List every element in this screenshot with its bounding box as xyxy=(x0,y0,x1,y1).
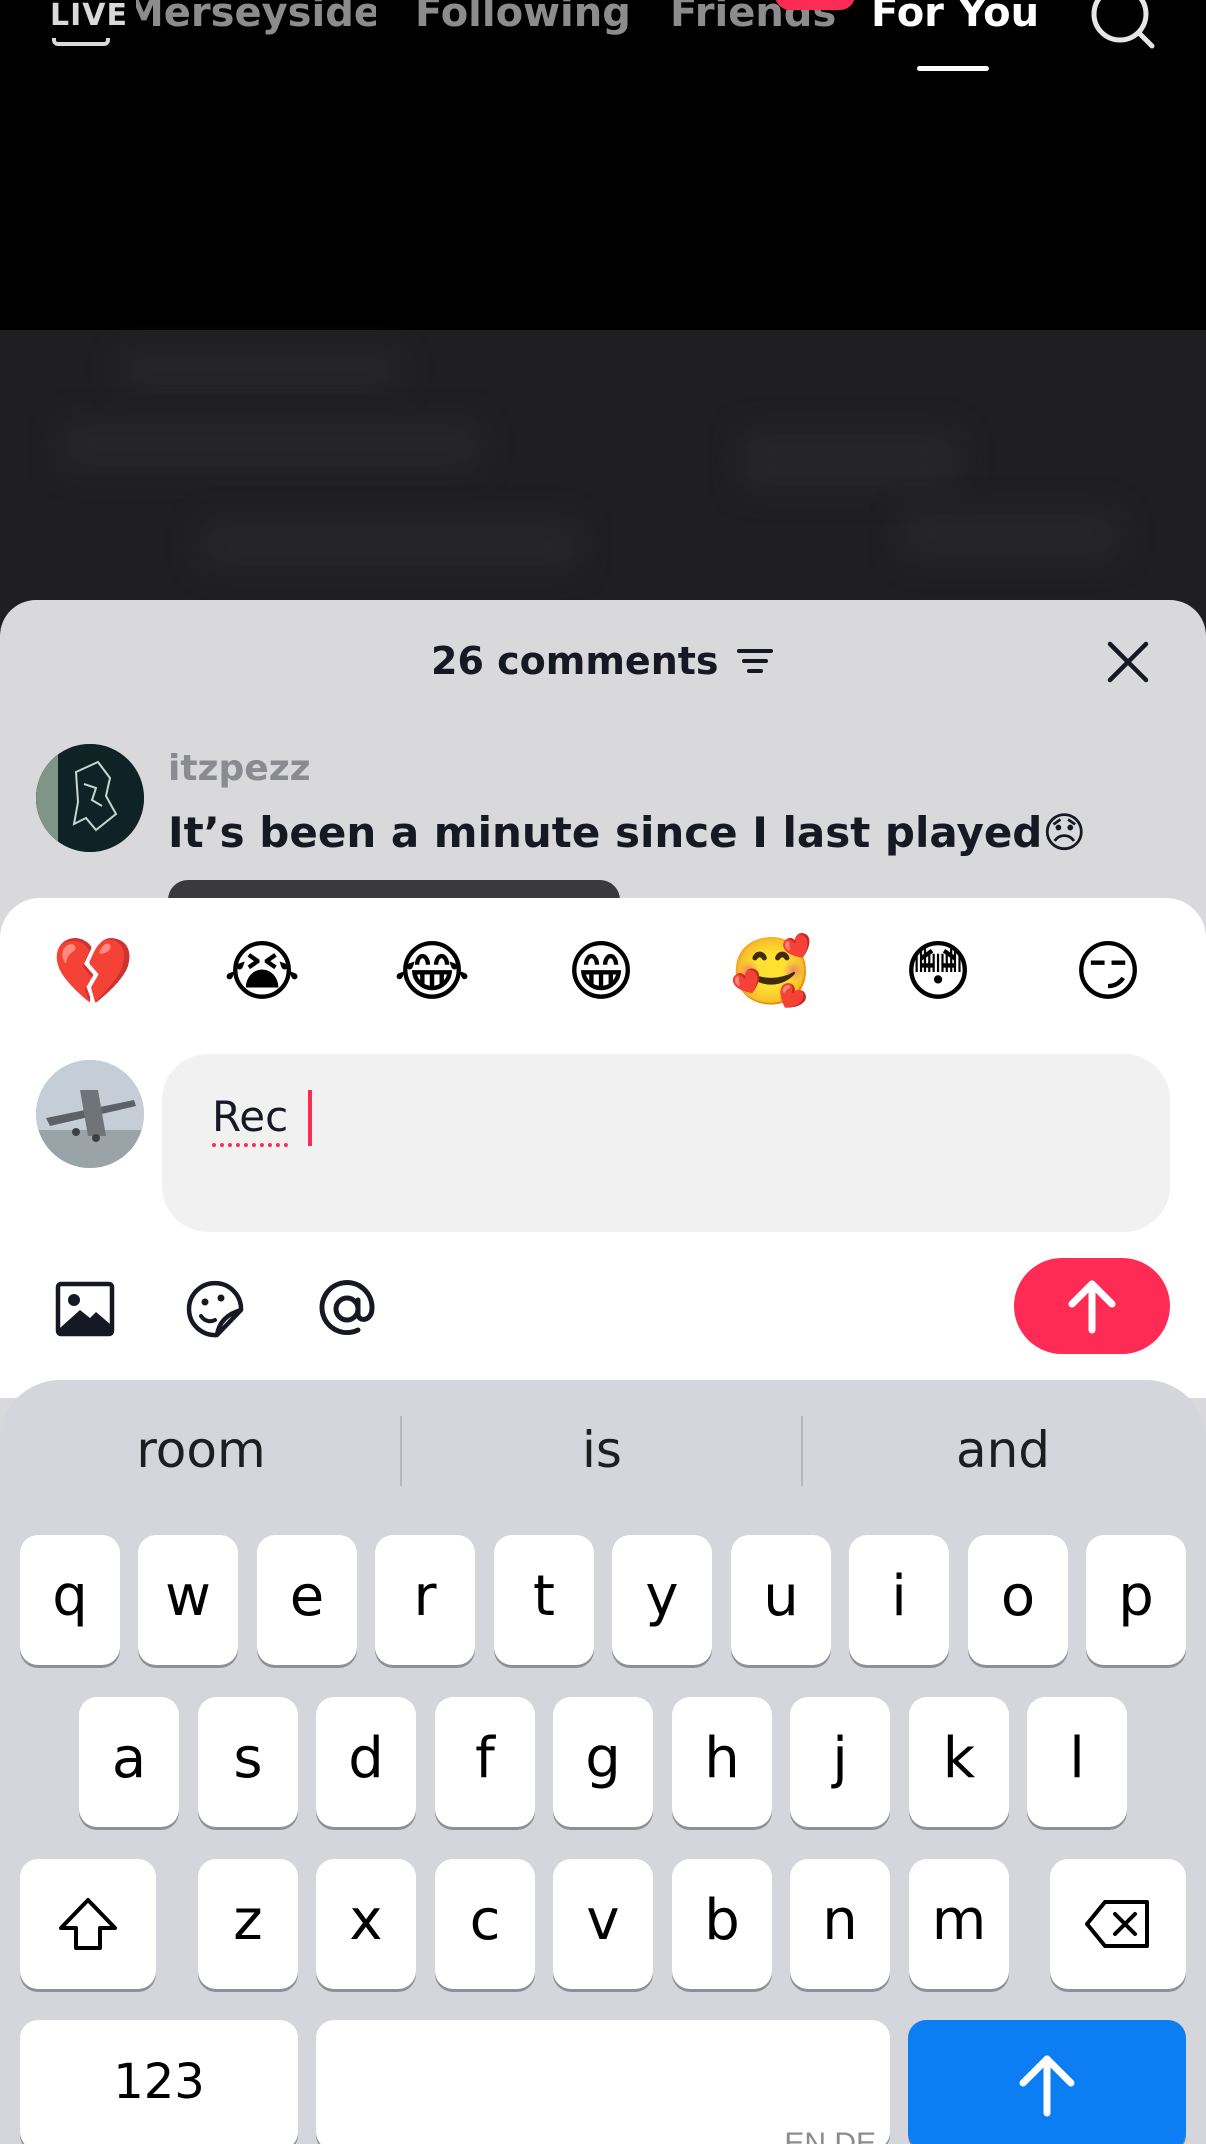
active-tab-indicator xyxy=(917,66,989,71)
comment-item[interactable]: itzpezz It’s been a minute since I last … xyxy=(0,740,1206,910)
prediction-2[interactable]: is xyxy=(402,1410,802,1490)
arrow-up-icon xyxy=(1019,2055,1075,2117)
key-u[interactable]: u xyxy=(731,1535,831,1665)
key-l[interactable]: l xyxy=(1027,1697,1127,1827)
key-h[interactable]: h xyxy=(672,1697,772,1827)
keyboard: room is and q w e r t y u i o p a s d f … xyxy=(0,1380,1206,2144)
key-y[interactable]: y xyxy=(612,1535,712,1665)
key-s[interactable]: s xyxy=(198,1697,298,1827)
space-key[interactable]: EN DE xyxy=(316,2020,890,2144)
close-icon[interactable] xyxy=(1104,638,1152,686)
key-e[interactable]: e xyxy=(257,1535,357,1665)
numbers-key[interactable]: 123 xyxy=(20,2020,298,2144)
arrow-up-icon xyxy=(1068,1280,1116,1334)
emoji-loudly-crying[interactable]: 😭 xyxy=(222,932,302,1012)
current-user-avatar xyxy=(36,1060,144,1168)
image-icon[interactable] xyxy=(52,1276,118,1342)
shift-key[interactable] xyxy=(20,1859,156,1989)
video-background xyxy=(0,330,1206,630)
top-navigation: LIVE Merseyside Following Friends For Yo… xyxy=(0,0,1206,80)
key-j[interactable]: j xyxy=(790,1697,890,1827)
search-icon[interactable] xyxy=(1086,0,1156,52)
comment-username[interactable]: itzpezz xyxy=(168,748,311,789)
send-button[interactable] xyxy=(1014,1258,1170,1354)
live-label: LIVE xyxy=(50,0,128,33)
key-z[interactable]: z xyxy=(198,1859,298,1989)
quick-emoji-row: 💔 😭 😂 😁 🥰 😳 😏 xyxy=(0,932,1206,1012)
key-a[interactable]: a xyxy=(79,1697,179,1827)
tab-following[interactable]: Following xyxy=(415,0,631,36)
key-t[interactable]: t xyxy=(494,1535,594,1665)
backspace-key[interactable] xyxy=(1050,1859,1186,1989)
key-o[interactable]: o xyxy=(968,1535,1068,1665)
backspace-icon xyxy=(1085,1899,1149,1948)
comment-text: It’s been a minute since I last played😞 xyxy=(168,808,1087,857)
prediction-1[interactable]: room xyxy=(1,1410,401,1490)
emoji-flushed[interactable]: 😳 xyxy=(898,932,978,1012)
key-k[interactable]: k xyxy=(909,1697,1009,1827)
key-i[interactable]: i xyxy=(849,1535,949,1665)
key-f[interactable]: f xyxy=(435,1697,535,1827)
key-v[interactable]: v xyxy=(553,1859,653,1989)
sticker-icon[interactable] xyxy=(183,1276,249,1342)
key-d[interactable]: d xyxy=(316,1697,416,1827)
friends-notification-badge xyxy=(775,0,855,10)
predictive-text-bar: room is and xyxy=(0,1410,1206,1490)
emoji-smiling-hearts[interactable]: 🥰 xyxy=(730,932,812,1012)
emoji-smirking[interactable]: 😏 xyxy=(1068,932,1148,1012)
mention-icon[interactable] xyxy=(314,1276,380,1342)
key-c[interactable]: c xyxy=(435,1859,535,1989)
key-n[interactable]: n xyxy=(790,1859,890,1989)
sort-filter-icon[interactable] xyxy=(735,645,775,677)
tab-for-you[interactable]: For You xyxy=(871,0,1039,36)
live-icon[interactable]: LIVE xyxy=(46,0,127,48)
shift-icon xyxy=(59,1897,117,1950)
key-m[interactable]: m xyxy=(909,1859,1009,1989)
return-key[interactable] xyxy=(908,2020,1186,2144)
key-q[interactable]: q xyxy=(20,1535,120,1665)
comment-composer: 💔 😭 😂 😁 🥰 😳 😏 Rec xyxy=(0,898,1206,1398)
key-r[interactable]: r xyxy=(375,1535,475,1665)
key-w[interactable]: w xyxy=(138,1535,238,1665)
video-feed-top: LIVE Merseyside Following Friends For Yo… xyxy=(0,0,1206,330)
key-x[interactable]: x xyxy=(316,1859,416,1989)
key-p[interactable]: p xyxy=(1086,1535,1186,1665)
comment-input[interactable]: Rec xyxy=(162,1054,1170,1232)
emoji-tears-of-joy[interactable]: 😂 xyxy=(392,932,472,1012)
tab-merseyside[interactable]: Merseyside xyxy=(136,0,376,36)
commenter-avatar[interactable] xyxy=(36,744,144,852)
prediction-3[interactable]: and xyxy=(803,1410,1203,1490)
comment-input-text: Rec xyxy=(212,1092,289,1147)
text-caret xyxy=(308,1090,312,1146)
key-b[interactable]: b xyxy=(672,1859,772,1989)
comments-header: 26 comments xyxy=(0,636,1206,686)
emoji-broken-heart[interactable]: 💔 xyxy=(52,932,134,1012)
emoji-grinning[interactable]: 😁 xyxy=(561,932,641,1012)
key-g[interactable]: g xyxy=(553,1697,653,1827)
comments-count-title: 26 comments xyxy=(431,639,719,683)
keyboard-language-label: EN DE xyxy=(784,2127,876,2144)
